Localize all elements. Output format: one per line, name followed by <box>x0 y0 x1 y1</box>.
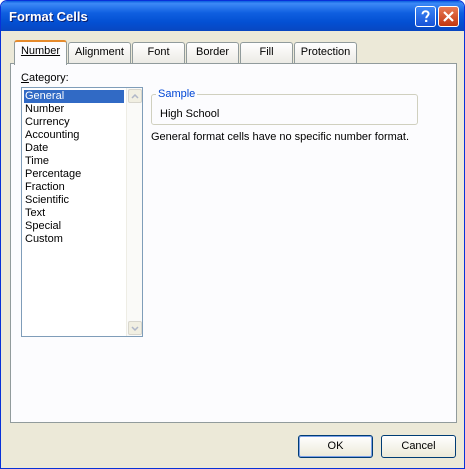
number-tab-panel: Category: General Number Currency Accoun… <box>10 63 457 423</box>
category-item-fraction[interactable]: Fraction <box>24 181 124 194</box>
cancel-button[interactable]: Cancel <box>381 435 456 458</box>
format-description: General format cells have no specific nu… <box>151 131 410 143</box>
close-button[interactable] <box>438 6 459 27</box>
category-item-scientific[interactable]: Scientific <box>24 194 124 207</box>
help-icon <box>421 10 430 22</box>
category-item-general[interactable]: General <box>24 90 124 103</box>
category-item-percentage[interactable]: Percentage <box>24 168 124 181</box>
tab-protection[interactable]: Protection <box>294 42 357 63</box>
tab-border[interactable]: Border <box>186 42 239 63</box>
help-button[interactable] <box>415 6 436 27</box>
tab-number[interactable]: Number <box>14 40 67 65</box>
sample-legend: Sample <box>156 88 198 100</box>
sample-value: High School <box>160 108 220 120</box>
title-bar[interactable]: Format Cells <box>1 1 464 31</box>
category-label: Category: <box>21 72 69 84</box>
category-item-custom[interactable]: Custom <box>24 233 124 246</box>
chevron-down-icon <box>131 325 139 331</box>
tab-fill[interactable]: Fill <box>240 42 293 63</box>
close-icon <box>443 11 454 22</box>
scroll-up-button[interactable] <box>128 89 142 103</box>
ok-button[interactable]: OK <box>298 435 373 458</box>
category-item-currency[interactable]: Currency <box>24 116 124 129</box>
chevron-up-icon <box>131 93 139 99</box>
category-listbox[interactable]: General Number Currency Accounting Date … <box>21 87 143 337</box>
tab-alignment[interactable]: Alignment <box>68 42 131 63</box>
category-item-text[interactable]: Text <box>24 207 124 220</box>
category-item-time[interactable]: Time <box>24 155 124 168</box>
tab-font[interactable]: Font <box>132 42 185 63</box>
category-item-date[interactable]: Date <box>24 142 124 155</box>
category-scrollbar[interactable] <box>126 88 142 336</box>
window-title: Format Cells <box>9 9 88 24</box>
category-item-special[interactable]: Special <box>24 220 124 233</box>
scroll-down-button[interactable] <box>128 321 142 335</box>
category-item-accounting[interactable]: Accounting <box>24 129 124 142</box>
format-cells-dialog: Format Cells Number Alignment Font Borde… <box>0 0 465 469</box>
category-item-number[interactable]: Number <box>24 103 124 116</box>
